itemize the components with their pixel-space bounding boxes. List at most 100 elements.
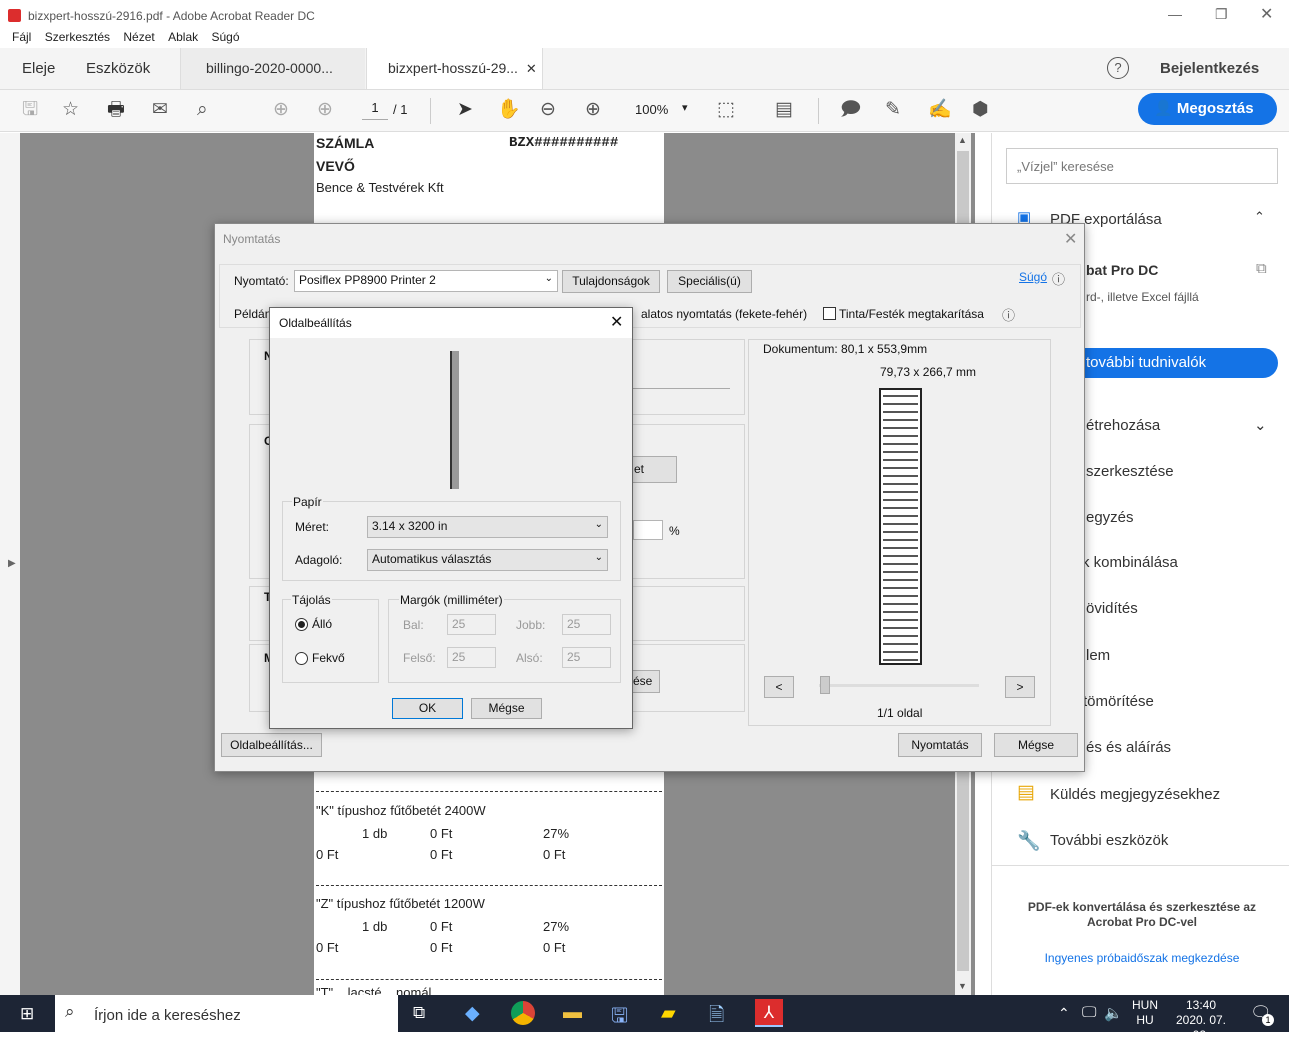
help-link[interactable]: Súgó: [1019, 270, 1047, 284]
file-explorer-icon[interactable]: ▬: [563, 1002, 582, 1024]
ok-button[interactable]: OK: [392, 698, 463, 719]
question-icon[interactable]: ?: [1107, 57, 1129, 79]
collapse-chevron-icon[interactable]: ⌃: [1254, 209, 1265, 225]
scroll-mode-icon[interactable]: ▤: [775, 98, 793, 122]
tool-fill-sign[interactable]: és és aláírás: [1086, 739, 1171, 756]
document-app-icon[interactable]: 🗎: [709, 1001, 724, 1033]
size-button-partial[interactable]: et: [632, 456, 677, 483]
expand-chevron-icon[interactable]: ⌄: [1254, 416, 1267, 434]
feeder-select[interactable]: Automatikus választás ⌄: [367, 549, 608, 571]
preview-slider-track[interactable]: [819, 684, 979, 687]
learn-more-button[interactable]: további tudnivalók: [1082, 348, 1278, 378]
left-margin-input[interactable]: 25: [447, 614, 496, 635]
tab-tools[interactable]: Eszközök: [86, 48, 150, 89]
restore-icon[interactable]: ❐: [1215, 6, 1228, 23]
app-notes-icon[interactable]: ◆: [465, 1002, 480, 1025]
sticky-notes-icon[interactable]: ▰: [661, 1002, 676, 1025]
right-margin-input[interactable]: 25: [562, 614, 611, 635]
menu-view[interactable]: Nézet: [123, 30, 154, 44]
fill-sign-icon[interactable]: ⬢: [972, 98, 989, 122]
select-cursor-icon[interactable]: ➤: [457, 98, 473, 122]
minimize-icon[interactable]: —: [1168, 6, 1182, 22]
page-setup-cancel-button[interactable]: Mégse: [471, 698, 542, 719]
menu-window[interactable]: Ablak: [168, 30, 198, 44]
tray-chevron-icon[interactable]: ⌃: [1058, 1005, 1070, 1022]
print-dialog-close-icon[interactable]: ✕: [1064, 229, 1077, 249]
bookmark-star-icon[interactable]: ☆: [62, 98, 79, 122]
scale-field[interactable]: [633, 520, 663, 540]
advanced-button[interactable]: Speciális(ú): [667, 270, 752, 293]
landscape-radio[interactable]: [295, 652, 308, 665]
tool-compress[interactable]: tömörítése: [1083, 693, 1154, 710]
preview-prev-button[interactable]: <: [764, 676, 794, 698]
help-icon[interactable]: ⓘ: [1052, 269, 1065, 288]
preview-next-button[interactable]: >: [1005, 676, 1035, 698]
tab-document-billingo[interactable]: billingo-2020-0000...: [180, 48, 365, 89]
summarize-button-partial[interactable]: ése: [632, 670, 660, 693]
tool-item[interactable]: lem: [1086, 647, 1110, 664]
portrait-radio[interactable]: [295, 618, 308, 631]
scroll-down-icon[interactable]: ▼: [958, 981, 967, 991]
save-ink-checkbox[interactable]: [823, 307, 836, 320]
zoom-level[interactable]: 100%: [635, 102, 668, 117]
hand-tool-icon[interactable]: ✋: [497, 98, 521, 122]
tools-search-input[interactable]: „Vízjel” keresése: [1006, 148, 1278, 184]
highlight-pen-icon[interactable]: ✎: [885, 98, 901, 122]
info-icon[interactable]: ⓘ: [1002, 305, 1015, 324]
save-app-icon[interactable]: 🖫: [611, 1001, 628, 1035]
free-trial-link[interactable]: Ingyenes próbaidőszak megkezdése: [1022, 951, 1262, 965]
tool-shorten[interactable]: övidítés: [1086, 600, 1138, 617]
sign-in-link[interactable]: Bejelentkezés: [1160, 48, 1259, 89]
tool-create[interactable]: étrehozása: [1086, 417, 1160, 434]
tool-combine[interactable]: k kombinálása: [1082, 554, 1178, 571]
windows-start-icon[interactable]: ⊞: [20, 1004, 34, 1024]
menu-edit[interactable]: Szerkesztés: [45, 30, 110, 44]
tool-more-tools[interactable]: További eszközök: [1050, 832, 1168, 849]
menu-file[interactable]: Fájl: [12, 30, 31, 44]
print-button[interactable]: Nyomtatás: [898, 733, 982, 757]
bottom-margin-input[interactable]: 25: [562, 647, 611, 668]
copy-icon[interactable]: ⧉: [1256, 260, 1267, 277]
task-view-icon[interactable]: ⧉: [413, 1003, 425, 1023]
next-page-icon[interactable]: ⊕: [317, 98, 333, 122]
tool-comment[interactable]: egyzés: [1086, 509, 1134, 526]
comment-icon[interactable]: 🗩: [840, 98, 861, 122]
search-zoom-icon[interactable]: ⌕: [197, 98, 208, 122]
page-setup-close-icon[interactable]: ✕: [610, 312, 623, 332]
preview-slider-thumb[interactable]: [820, 676, 830, 694]
taskbar-search[interactable]: ⌕ Írjon ide a kereséshez: [55, 995, 398, 1032]
tab-home[interactable]: Eleje: [22, 48, 55, 89]
clock[interactable]: 13:40 2020. 07. 02.: [1168, 998, 1234, 1043]
scroll-up-icon[interactable]: ▲: [958, 135, 967, 145]
menu-help[interactable]: Súgó: [211, 30, 239, 44]
fit-page-icon[interactable]: ⬚: [717, 98, 735, 122]
tool-edit[interactable]: szerkesztése: [1086, 463, 1174, 480]
printer-select[interactable]: Posiflex PP8900 Printer 2 ⌄: [294, 270, 558, 292]
tool-send-comments[interactable]: Küldés megjegyzésekhez: [1050, 786, 1220, 803]
network-icon[interactable]: 🖵: [1082, 1004, 1096, 1021]
acrobat-taskbar-icon[interactable]: ⅄: [755, 999, 783, 1027]
print-cancel-button[interactable]: Mégse: [994, 733, 1078, 757]
input-language[interactable]: HUN HU: [1132, 998, 1158, 1028]
properties-button[interactable]: Tulajdonságok: [562, 270, 660, 293]
page-number-input[interactable]: 1: [362, 100, 388, 120]
email-icon[interactable]: ✉: [152, 98, 168, 122]
print-icon[interactable]: 🖶: [107, 98, 125, 122]
paper-size-select[interactable]: 3.14 x 3200 in ⌄: [367, 516, 608, 538]
volume-muted-icon[interactable]: 🔈: [1104, 1004, 1123, 1022]
zoom-dropdown-icon[interactable]: ▾: [682, 101, 688, 114]
previous-page-icon[interactable]: ⊕: [273, 98, 289, 122]
zoom-in-icon[interactable]: ⊕: [585, 98, 601, 122]
tab-document-bizxpert[interactable]: bizxpert-hosszú-29... ✕: [366, 48, 543, 89]
pages-field[interactable]: [633, 367, 730, 389]
expand-left-panel-icon[interactable]: ▶: [8, 558, 16, 569]
share-button[interactable]: 👤 Megosztás: [1138, 93, 1277, 125]
page-setup-button[interactable]: Oldalbeállítás...: [221, 733, 322, 757]
tab-close-icon[interactable]: ✕: [526, 61, 537, 76]
save-icon[interactable]: 🖫: [22, 98, 38, 122]
sign-icon[interactable]: ✍: [928, 98, 952, 122]
zoom-out-icon[interactable]: ⊖: [540, 98, 556, 122]
chrome-icon[interactable]: [511, 1001, 535, 1025]
top-margin-input[interactable]: 25: [447, 647, 496, 668]
close-icon[interactable]: ✕: [1260, 4, 1273, 24]
